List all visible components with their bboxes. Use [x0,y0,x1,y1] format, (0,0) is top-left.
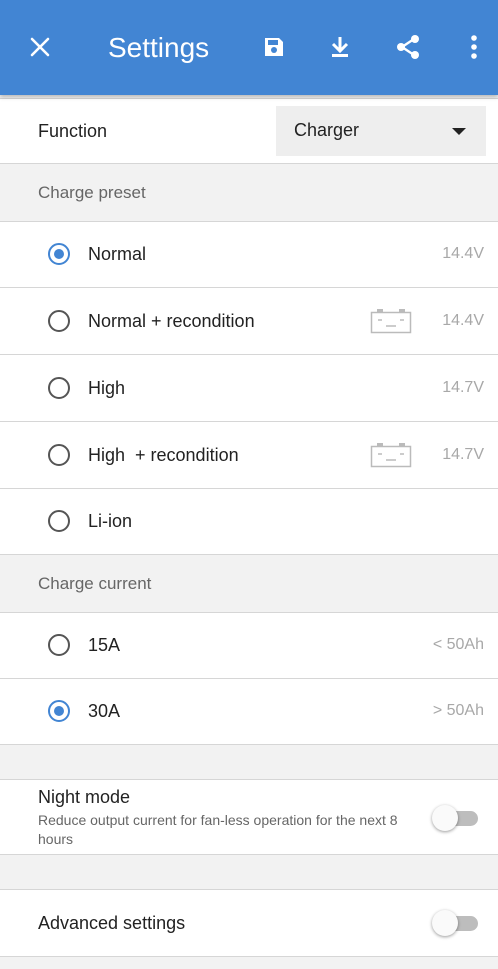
option-voltage: 14.7V [442,379,484,396]
advanced-settings-title: Advanced settings [38,913,186,933]
function-select[interactable]: Charger [276,106,486,156]
advanced-settings-row: Advanced settings [0,890,498,956]
radio-unselected-icon[interactable] [48,310,70,332]
night-mode-title: Night mode [38,787,131,807]
preset-option-high-recondition[interactable]: High + recondition 14.7V [0,422,498,488]
section-title: Charge preset [38,183,146,202]
function-label: Function [38,121,108,141]
more-options-button[interactable] [462,22,486,72]
section-title: Charge current [38,574,152,593]
radio-unselected-icon[interactable] [48,634,70,656]
preset-option-normal-recondition[interactable]: Normal + recondition 14.4V [0,288,498,354]
toggle-knob [432,910,458,936]
option-label: 15A [88,635,121,655]
night-mode-row: Night mode Reduce output current for fan… [0,780,498,854]
current-option-15a[interactable]: 15A < 50Ah [0,613,498,678]
radio-unselected-icon[interactable] [48,444,70,466]
option-capacity: > 50Ah [432,702,484,719]
option-voltage: 14.7V [442,446,484,463]
close-button[interactable] [22,22,58,72]
charge-current-header: Charge current [0,555,498,612]
radio-selected-icon[interactable] [48,243,70,265]
advanced-settings-toggle[interactable] [432,909,486,937]
function-row: Function Charger [0,99,498,163]
caret-down-icon [452,128,466,135]
page-title: Settings [108,32,210,63]
radio-selected-icon[interactable] [48,700,70,722]
night-mode-description: Reduce output current for fan-less opera… [38,812,398,847]
option-label: 30A [88,701,121,721]
more-vert-icon [471,35,477,59]
option-label: Normal [88,244,147,264]
save-button[interactable] [256,22,292,72]
app-toolbar: Settings [0,0,498,95]
option-capacity: < 50Ah [432,636,484,653]
battery-icon [370,443,412,468]
preset-option-li-ion[interactable]: Li-ion [0,489,498,554]
close-icon [30,37,50,57]
radio-unselected-icon[interactable] [48,510,70,532]
night-mode-toggle[interactable] [432,804,486,832]
function-selected-value: Charger [294,120,360,140]
share-icon [397,35,419,59]
preset-option-normal[interactable]: Normal 14.4V [0,222,498,287]
current-option-30a[interactable]: 30A > 50Ah [0,679,498,744]
download-button[interactable] [322,22,358,72]
option-voltage: 14.4V [442,245,484,262]
option-label: Normal + recondition [88,311,255,331]
charge-preset-header: Charge preset [0,164,498,221]
radio-unselected-icon[interactable] [48,377,70,399]
option-voltage: 14.4V [442,312,484,329]
battery-icon [370,309,412,334]
share-button[interactable] [388,22,428,72]
option-label: High [88,378,126,398]
option-label: Li-ion [88,511,133,531]
download-icon [331,37,349,57]
option-label: High + recondition [88,445,239,465]
save-icon [265,38,283,56]
preset-option-high[interactable]: High 14.7V [0,355,498,421]
toggle-knob [432,805,458,831]
